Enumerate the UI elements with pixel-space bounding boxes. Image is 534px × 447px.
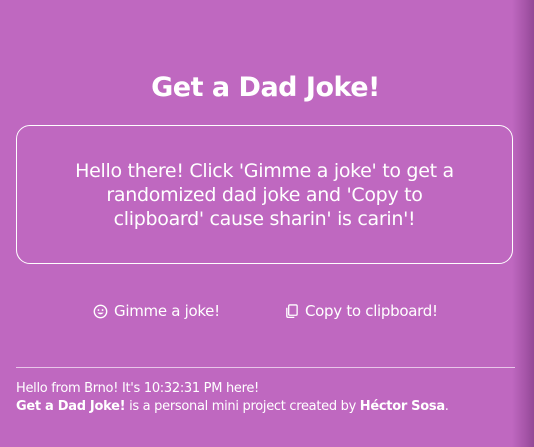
copy-clipboard-label: Copy to clipboard! (305, 302, 438, 320)
page-title: Get a Dad Joke! (151, 72, 380, 103)
joke-text: Hello there! Click 'Gimme a joke' to get… (75, 159, 454, 230)
footer-author-link[interactable]: Héctor Sosa (360, 399, 445, 414)
copy-clipboard-button[interactable]: Copy to clipboard! (283, 302, 438, 320)
footer-credits: Get a Dad Joke! is a personal mini proje… (16, 398, 515, 416)
gimme-joke-button[interactable]: Gimme a joke! (92, 302, 220, 320)
footer-greeting: Hello from Brno! It's 10:32:31 PM here! (16, 381, 259, 396)
copy-icon (283, 303, 299, 319)
footer-project-desc: is a personal mini project created by (125, 399, 360, 414)
footer-project-name: Get a Dad Joke! (16, 399, 126, 414)
gimme-joke-label: Gimme a joke! (114, 302, 220, 320)
joke-card: Hello there! Click 'Gimme a joke' to get… (16, 125, 513, 264)
window-edge-shadow (512, 0, 534, 447)
footer: Hello from Brno! It's 10:32:31 PM here! … (16, 380, 515, 416)
footer-divider (16, 367, 515, 368)
footer-period: . (444, 399, 449, 414)
smile-icon (92, 303, 108, 319)
